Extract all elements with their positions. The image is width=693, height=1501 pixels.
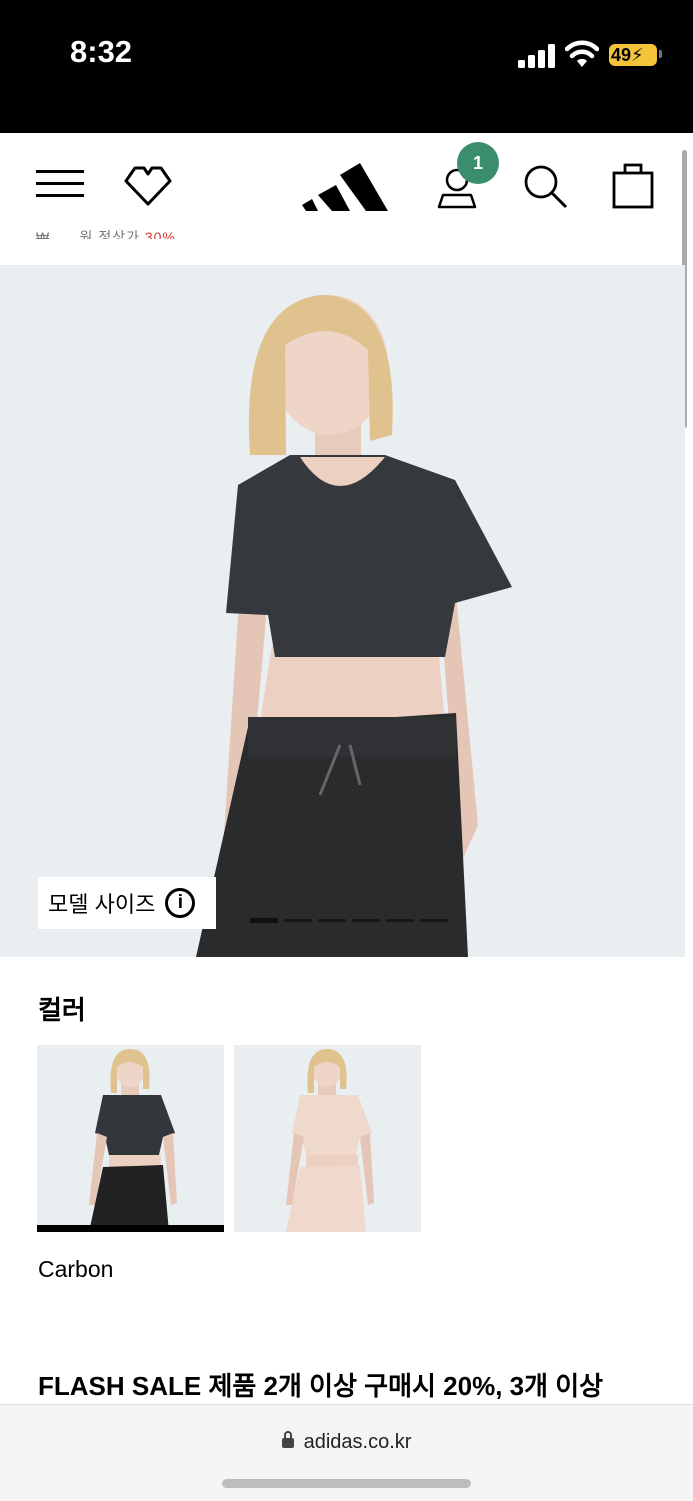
pink-thumbnail: [286, 1049, 374, 1232]
status-bar: 8:32 49⚡: [0, 0, 693, 133]
info-icon: i: [165, 888, 196, 918]
pager-dot[interactable]: [284, 919, 312, 922]
hamburger-menu-icon[interactable]: [36, 169, 84, 199]
battery-icon: 49⚡: [609, 44, 657, 66]
url-text: adidas.co.kr: [303, 1431, 412, 1453]
selected-color-name: Carbon: [38, 1256, 114, 1282]
carbon-thumbnail: [89, 1049, 177, 1232]
battery-level: 49: [611, 45, 632, 65]
search-icon[interactable]: [522, 163, 568, 209]
shopping-bag-icon[interactable]: [612, 161, 654, 209]
home-indicator[interactable]: [222, 1479, 471, 1488]
color-heading: 컬러: [38, 995, 86, 1025]
price-partial-text: ₩,,,,, 원 정상가 30%: [36, 227, 176, 239]
battery-tip: [659, 50, 662, 58]
selected-indicator: [37, 1225, 224, 1232]
header-nav: 1 ₩,,,,, 원 정상가 30%: [0, 133, 685, 265]
signal-icon: [518, 44, 555, 68]
promo-banner-text: FLASH SALE 제품 2개 이상 구매시 20%, 3개 이상: [38, 1371, 604, 1401]
wishlist-heart-icon[interactable]: [122, 163, 174, 207]
pager-dot[interactable]: [420, 919, 448, 922]
adidas-logo[interactable]: [300, 155, 392, 213]
pager-dot[interactable]: [318, 919, 346, 922]
product-hero-image[interactable]: 모델 사이즈 i: [0, 265, 685, 957]
model-size-button[interactable]: 모델 사이즈 i: [38, 877, 216, 929]
model-size-label: 모델 사이즈: [48, 892, 156, 917]
lock-icon: [281, 1431, 294, 1448]
color-swatch-carbon[interactable]: [37, 1045, 224, 1232]
model-photo: [196, 295, 512, 957]
color-swatch-pink[interactable]: [234, 1045, 421, 1232]
pager-dot[interactable]: [386, 919, 414, 922]
price-partial: ₩,,,,, 원 정상가: [36, 229, 145, 239]
url-display[interactable]: adidas.co.kr: [0, 1431, 693, 1454]
image-pager[interactable]: [250, 918, 448, 923]
charging-icon: ⚡: [631, 45, 644, 65]
pager-dot-active[interactable]: [250, 918, 278, 923]
account-notification-badge[interactable]: 1: [457, 142, 499, 184]
status-time: 8:32: [70, 34, 133, 69]
browser-url-bar[interactable]: adidas.co.kr: [0, 1404, 693, 1501]
pager-dot[interactable]: [352, 919, 380, 922]
wifi-icon: [565, 40, 599, 67]
discount-partial: 30%: [144, 229, 176, 239]
